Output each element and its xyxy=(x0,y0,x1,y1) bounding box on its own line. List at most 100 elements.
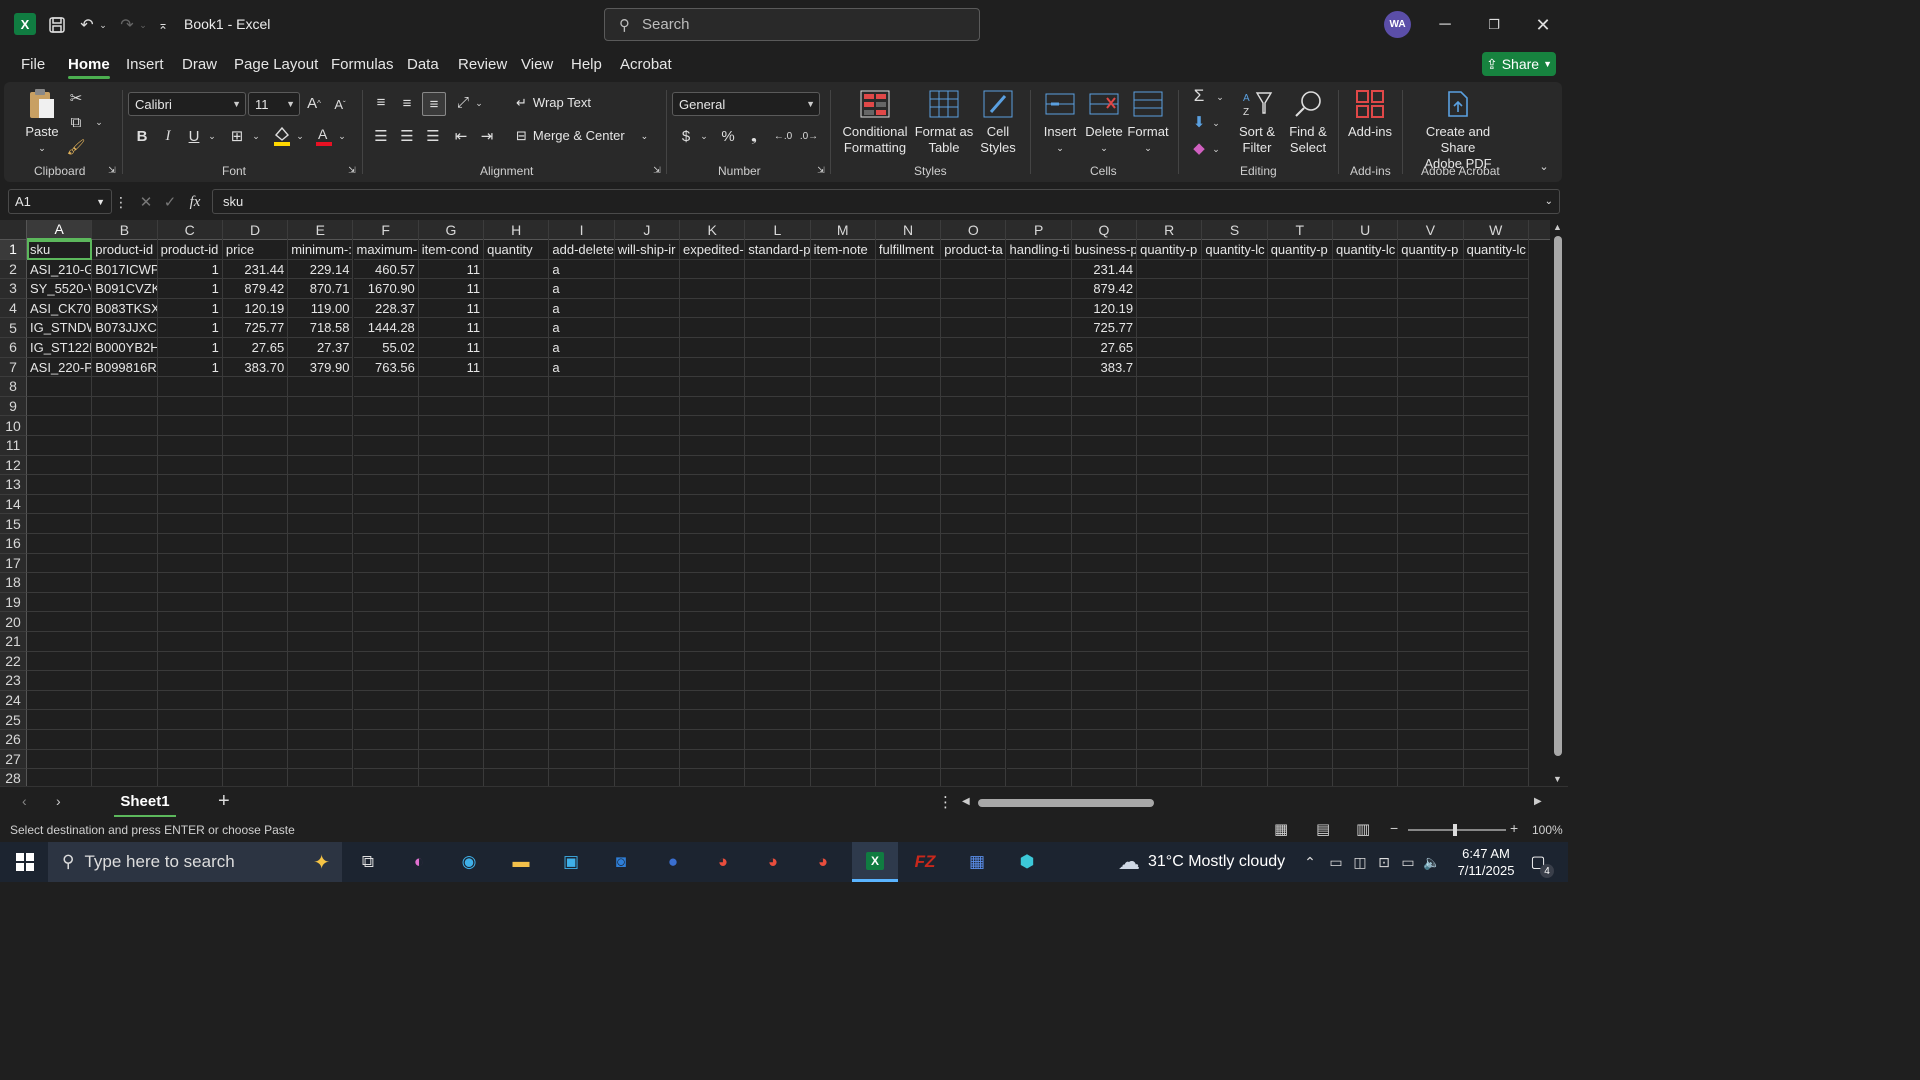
table-cell[interactable] xyxy=(680,514,746,534)
table-cell[interactable] xyxy=(680,396,746,417)
table-cell[interactable] xyxy=(875,279,942,299)
borders-icon[interactable]: ⊞ xyxy=(226,126,248,146)
table-cell[interactable] xyxy=(353,534,419,554)
redo-icon[interactable]: ↷ xyxy=(116,14,138,36)
table-cell[interactable] xyxy=(484,573,550,593)
task-view-icon[interactable]: ⧉ xyxy=(354,842,382,882)
table-cell[interactable] xyxy=(1267,671,1333,691)
decrease-decimal-icon[interactable]: .0→ xyxy=(798,126,820,146)
tab-view[interactable]: View xyxy=(521,56,553,73)
align-bottom-icon[interactable]: ≡ xyxy=(422,92,446,116)
table-cell[interactable] xyxy=(680,534,746,554)
table-cell[interactable] xyxy=(1398,455,1464,476)
orientation-icon[interactable]: ⤢ xyxy=(452,92,474,112)
insert-cells-button[interactable]: Insert ⌄ xyxy=(1040,88,1080,156)
table-cell[interactable] xyxy=(810,592,876,613)
table-cell[interactable]: 725.77 xyxy=(222,318,289,338)
table-cell[interactable] xyxy=(614,357,680,378)
table-cell[interactable] xyxy=(92,494,158,515)
table-cell[interactable] xyxy=(92,416,158,436)
table-cell[interactable] xyxy=(680,730,746,750)
header-cell[interactable]: fulfillment xyxy=(875,240,942,260)
table-cell[interactable]: B091CVZK5 xyxy=(92,279,158,299)
table-cell[interactable] xyxy=(549,730,615,750)
table-cell[interactable] xyxy=(745,534,811,554)
table-cell[interactable] xyxy=(1006,710,1072,730)
table-cell[interactable] xyxy=(1202,494,1268,515)
table-cell[interactable] xyxy=(875,514,942,534)
table-cell[interactable]: 1 xyxy=(157,357,223,378)
table-cell[interactable] xyxy=(745,494,811,515)
table-cell[interactable] xyxy=(484,396,550,417)
table-cell[interactable] xyxy=(1398,573,1464,593)
table-cell[interactable] xyxy=(288,730,354,750)
row-header-15[interactable]: 15 xyxy=(0,514,27,534)
paste-button[interactable]: Paste ⌄ xyxy=(22,88,62,156)
table-cell[interactable] xyxy=(1137,553,1203,574)
table-cell[interactable] xyxy=(1267,573,1333,593)
table-cell[interactable] xyxy=(680,455,746,476)
table-cell[interactable] xyxy=(92,671,158,691)
table-cell[interactable] xyxy=(1398,357,1464,378)
table-cell[interactable] xyxy=(353,553,419,574)
row-header-8[interactable]: 8 xyxy=(0,377,27,397)
table-cell[interactable] xyxy=(614,730,680,750)
header-cell[interactable]: quantity-lc xyxy=(1333,240,1399,260)
scroll-down-icon[interactable]: ▼ xyxy=(1553,774,1562,784)
table-cell[interactable] xyxy=(1202,749,1268,770)
share-button[interactable]: ⇪ Share ▼ xyxy=(1482,52,1556,76)
table-cell[interactable] xyxy=(354,769,419,786)
table-cell[interactable] xyxy=(222,475,289,495)
column-header-w[interactable]: W xyxy=(1464,220,1529,240)
restore-icon[interactable]: ❐ xyxy=(1479,12,1509,38)
table-cell[interactable] xyxy=(288,377,354,397)
table-cell[interactable] xyxy=(941,475,1007,495)
table-cell[interactable] xyxy=(1006,455,1072,476)
table-cell[interactable] xyxy=(941,396,1007,417)
table-cell[interactable] xyxy=(92,690,158,711)
table-cell[interactable] xyxy=(680,710,746,730)
table-cell[interactable] xyxy=(1202,455,1268,476)
table-cell[interactable] xyxy=(549,534,615,554)
table-cell[interactable] xyxy=(941,671,1007,691)
table-cell[interactable] xyxy=(1333,436,1399,456)
table-cell[interactable] xyxy=(1463,259,1529,280)
table-cell[interactable] xyxy=(1006,671,1072,691)
table-cell[interactable] xyxy=(1333,494,1399,515)
table-cell[interactable] xyxy=(484,455,550,476)
next-sheet-icon[interactable]: › xyxy=(56,793,61,809)
header-cell[interactable]: maximum- xyxy=(353,240,419,260)
table-cell[interactable] xyxy=(353,612,419,632)
table-cell[interactable]: 11 xyxy=(418,357,485,378)
table-cell[interactable] xyxy=(941,730,1007,750)
table-cell[interactable] xyxy=(1006,534,1072,554)
table-cell[interactable] xyxy=(484,475,550,495)
column-header-c[interactable]: C xyxy=(158,220,223,240)
table-cell[interactable]: IG_ST122L xyxy=(27,338,93,358)
table-cell[interactable] xyxy=(1398,494,1464,515)
search-input[interactable]: ⚲ Search xyxy=(604,8,980,41)
table-cell[interactable] xyxy=(1398,279,1464,299)
table-cell[interactable] xyxy=(288,592,354,613)
column-header-q[interactable]: Q xyxy=(1072,220,1138,240)
table-cell[interactable] xyxy=(288,690,354,711)
table-cell[interactable] xyxy=(614,710,680,730)
table-cell[interactable] xyxy=(614,318,680,338)
table-cell[interactable] xyxy=(875,298,942,319)
table-cell[interactable] xyxy=(222,573,289,593)
table-cell[interactable] xyxy=(92,475,158,495)
table-cell[interactable] xyxy=(353,671,419,691)
format-cells-button[interactable]: Format ⌄ xyxy=(1126,88,1170,156)
table-cell[interactable] xyxy=(1137,730,1203,750)
table-cell[interactable]: 1 xyxy=(157,318,223,338)
table-cell[interactable] xyxy=(941,534,1007,554)
table-cell[interactable]: B099816R9 xyxy=(92,357,158,378)
table-cell[interactable] xyxy=(1463,494,1529,515)
header-cell[interactable]: quantity-p xyxy=(1267,240,1333,260)
table-cell[interactable] xyxy=(1398,592,1464,613)
table-cell[interactable] xyxy=(418,573,485,593)
chrome-icon[interactable]: ◕ xyxy=(708,842,738,882)
table-cell[interactable] xyxy=(222,612,289,632)
table-cell[interactable] xyxy=(418,534,485,554)
table-cell[interactable] xyxy=(810,690,876,711)
